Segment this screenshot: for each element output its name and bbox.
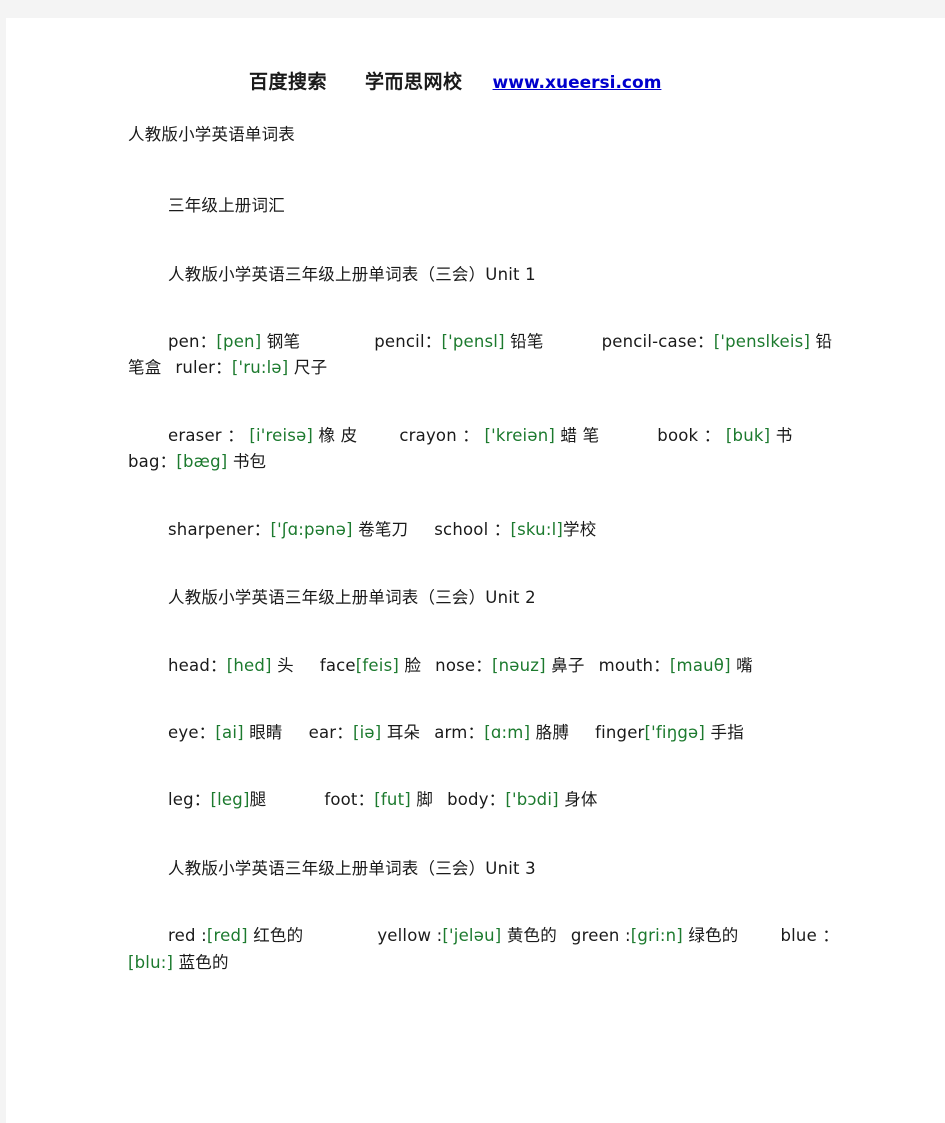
phonetic-transcription: ['kreiən] (484, 425, 555, 445)
chinese-gloss: 钢笔 (261, 332, 301, 352)
phonetic-transcription: [buk] (725, 425, 771, 445)
chinese-gloss: 铅 (810, 332, 833, 352)
chinese-gloss: 书 (770, 425, 793, 445)
chinese-gloss: 尺子 (288, 358, 328, 378)
chinese-gloss: 笔盒 (128, 358, 162, 378)
document-content: 百度搜索 学而思网校 www.xueersi.com 人教版小学英语单词表 三年级上… (6, 18, 945, 974)
chinese-gloss: 绿色的 (682, 926, 739, 946)
chinese-gloss: 红色的 (247, 926, 304, 946)
chinese-gloss: 手指 (705, 722, 744, 742)
chinese-gloss: 铅笔 (504, 332, 544, 352)
header-site-url-link[interactable]: www.xueersi.com (493, 73, 662, 93)
english-word: face (319, 655, 356, 675)
english-word: yellow : (377, 926, 443, 946)
vocab-line: leg：[leg]腿 foot：[fut] 脚 body：['bɔdi] 身体 (6, 744, 945, 811)
vocab-line-continuation: bag：[bæg] 书包 (6, 447, 945, 473)
chinese-gloss: 胳膊 (530, 722, 570, 742)
header-brand-label: 学而思网校 (365, 71, 463, 93)
chinese-gloss: 鼻子 (545, 655, 585, 675)
english-word: crayon ： (399, 425, 485, 445)
phonetic-transcription: [hed] (226, 655, 272, 675)
chinese-gloss: 脚 (410, 790, 434, 810)
english-word: bag： (128, 452, 177, 472)
phonetic-transcription: [feis] (355, 655, 399, 675)
chinese-gloss: 蓝色的 (173, 952, 229, 972)
chinese-gloss: 眼睛 (243, 722, 283, 742)
unit-heading: 人教版小学英语三年级上册单词表（三会）Unit 1 (168, 264, 536, 284)
phonetic-transcription: [ɑ:m] (484, 722, 531, 742)
english-word: eye： (168, 722, 216, 742)
phonetic-transcription: [gri:n] (630, 926, 683, 946)
vocab-line: eraser ： [i'reisə] 橡 皮 crayon ： ['kreiən]… (6, 380, 945, 447)
english-word: mouth： (598, 655, 670, 675)
phonetic-transcription: [bæg] (176, 452, 228, 472)
english-word: arm： (434, 722, 485, 742)
unit-heading: 人教版小学英语三年级上册单词表（三会）Unit 2 (168, 588, 536, 608)
header-search-label: 百度搜索 (249, 71, 328, 93)
english-word: finger (595, 722, 645, 742)
english-word: ear： (308, 722, 353, 742)
phonetic-transcription: [sku:l] (510, 519, 564, 539)
chinese-gloss: 学校 (563, 519, 597, 539)
english-word: foot： (324, 790, 375, 810)
phonetic-transcription: [pen] (216, 332, 262, 352)
phonetic-transcription: ['bɔdi] (505, 790, 559, 810)
phonetic-transcription: ['ru:lə] (231, 358, 289, 378)
chinese-gloss: 蜡 笔 (554, 425, 600, 445)
unit-heading: 人教版小学英语三年级上册单词表（三会）Unit 3 (168, 858, 536, 878)
vocab-line: head：[hed] 头 face[feis] 脸 nose：[nəuz] 鼻子 mo… (6, 610, 945, 677)
vocab-line: sharpener：['ʃɑ:pənə] 卷笔刀 school ：[sku:l]学… (6, 474, 945, 541)
phonetic-transcription: ['penslkeis] (713, 332, 811, 352)
english-word: head： (168, 655, 227, 675)
phonetic-transcription: [leg] (210, 790, 250, 810)
english-word: pencil： (374, 332, 442, 352)
phonetic-transcription: [iə] (352, 722, 382, 742)
english-word: body： (447, 790, 506, 810)
chinese-gloss: 头 (271, 655, 294, 675)
chinese-gloss: 卷笔刀 (352, 519, 409, 539)
phonetic-transcription: [mauθ] (669, 655, 731, 675)
english-word: green : (570, 926, 631, 946)
phonetic-transcription: [ai] (215, 722, 244, 742)
chinese-gloss: 脸 (399, 655, 422, 675)
phonetic-transcription: ['ʃɑ:pənə] (270, 519, 353, 539)
english-word: nose： (435, 655, 492, 675)
chinese-gloss: 橡 皮 (313, 425, 358, 445)
phonetic-transcription: ['jeləu] (442, 926, 502, 946)
phonetic-transcription: [i'reisə] (249, 425, 314, 445)
phonetic-transcription: ['fiŋgə] (644, 722, 706, 742)
chinese-gloss: 嘴 (730, 655, 753, 675)
chinese-gloss: 腿 (249, 790, 267, 810)
english-word: sharpener： (168, 519, 271, 539)
section-heading: 三年级上册词汇 (168, 196, 285, 216)
english-word: red : (168, 926, 207, 946)
chinese-gloss: 黄色的 (501, 926, 557, 946)
vocab-line-continuation: [blu:] 蓝色的 (6, 948, 945, 974)
phonetic-transcription: ['pensl] (441, 332, 505, 352)
english-word: pencil-case： (601, 332, 714, 352)
page-title: 人教版小学英语单词表 (128, 124, 295, 144)
document-page: 百度搜索 学而思网校 www.xueersi.com 人教版小学英语单词表 三年级上… (6, 18, 945, 1123)
phonetic-transcription: [red] (206, 926, 248, 946)
phonetic-transcription: [fut] (374, 790, 411, 810)
chinese-gloss: 身体 (558, 790, 598, 810)
english-word: leg： (168, 790, 211, 810)
vocab-line: red :[red] 红色的 yellow :['jeləu] 黄色的 green … (6, 880, 945, 947)
english-word: pen： (168, 332, 217, 352)
phonetic-transcription: [blu:] (128, 952, 174, 972)
english-word: book ： (657, 425, 726, 445)
english-word: blue ： (780, 926, 840, 946)
phonetic-transcription: [nəuz] (491, 655, 546, 675)
page-header: 百度搜索 学而思网校 www.xueersi.com (6, 18, 945, 95)
vocab-line: pen：[pen] 钢笔 pencil：['pensl] 铅笔 pencil-cas… (6, 286, 945, 353)
vocab-line: eye：[ai] 眼睛 ear：[iə] 耳朵 arm：[ɑ:m] 胳膊 finger… (6, 677, 945, 744)
english-word: ruler： (175, 358, 232, 378)
chinese-gloss: 书包 (227, 452, 267, 472)
english-word: eraser ： (168, 425, 250, 445)
units-container: 人教版小学英语三年级上册单词表（三会）Unit 1 pen：[pen] 钢笔 pen… (6, 218, 945, 974)
chinese-gloss: 耳朵 (381, 722, 421, 742)
english-word: school ： (434, 519, 511, 539)
vocab-line-continuation: 笔盒 ruler：['ru:lə] 尺子 (6, 353, 945, 379)
